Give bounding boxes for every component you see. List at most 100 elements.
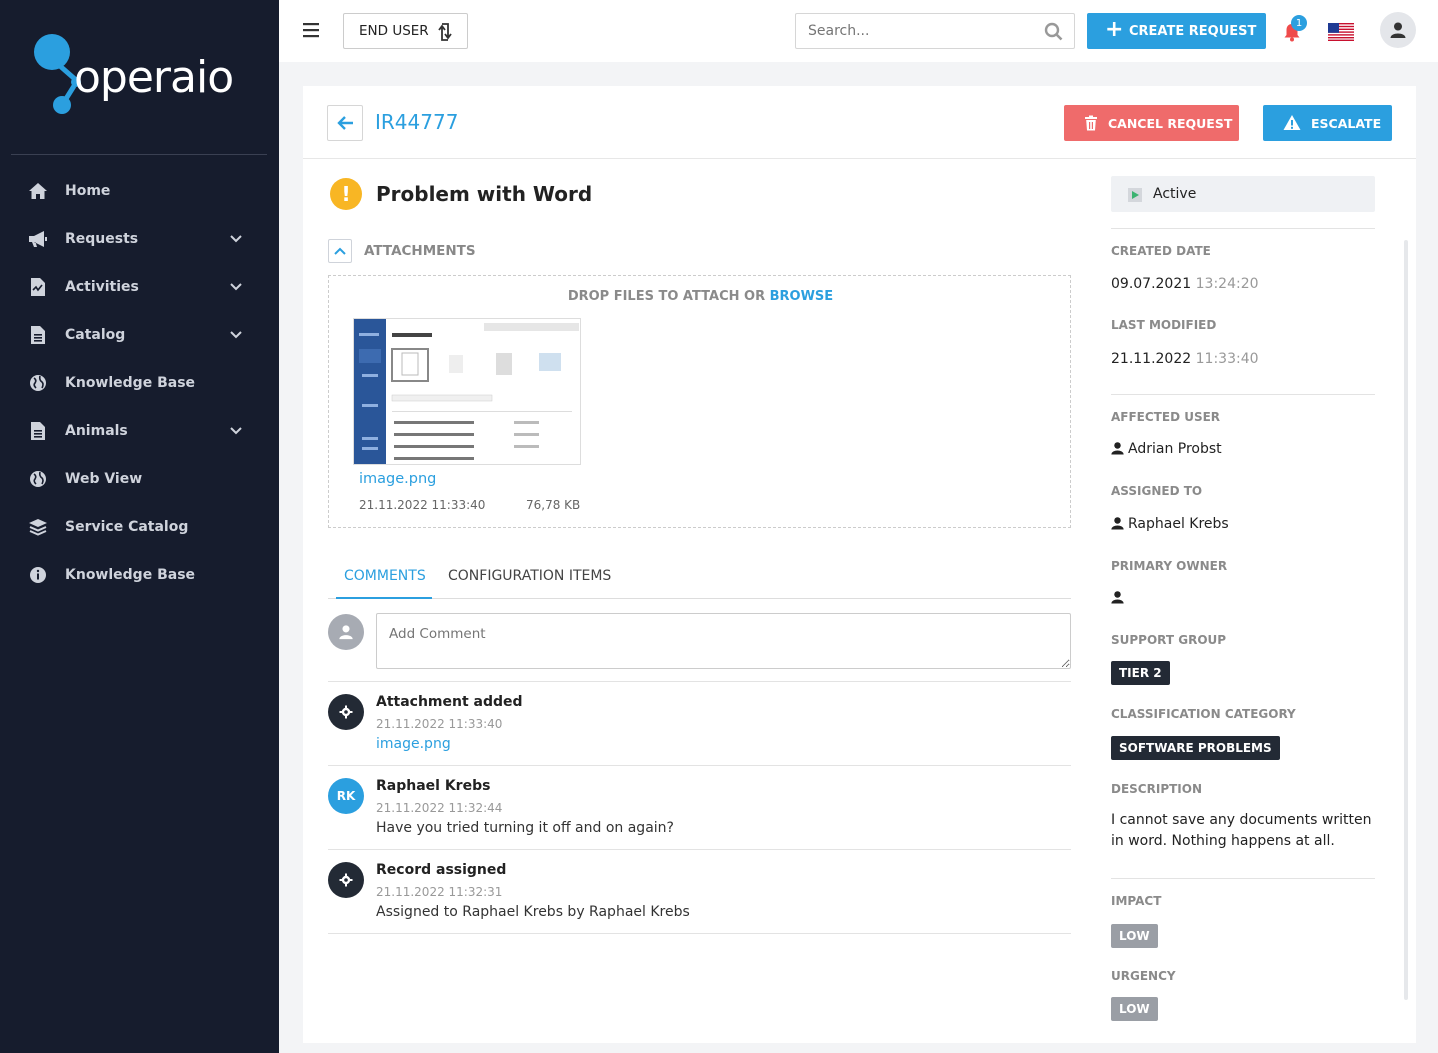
sidebar-item-home[interactable]: Home <box>0 167 279 215</box>
created-date-label: CREATED DATE <box>1111 244 1211 258</box>
warning-triangle-icon <box>1283 115 1301 130</box>
swap-icon <box>438 23 452 41</box>
attachment-dropzone[interactable]: DROP FILES TO ATTACH OR BROWSE image.png… <box>328 275 1071 528</box>
info-icon <box>28 565 48 585</box>
file-chart-icon <box>28 277 48 297</box>
chevron-up-icon <box>334 247 346 255</box>
activity-body: Have you tried turning it off and on aga… <box>376 820 674 836</box>
chevron-down-icon[interactable] <box>229 232 243 246</box>
attachment-thumbnail[interactable] <box>353 318 581 465</box>
sidebar-nav: Home Requests Activities Catalog Knowled… <box>0 167 279 599</box>
request-id: IR44777 <box>375 110 459 134</box>
divider <box>1111 878 1375 879</box>
plus-icon: + <box>1105 17 1124 42</box>
us-flag-icon[interactable] <box>1328 23 1354 41</box>
chevron-down-icon[interactable] <box>229 328 243 342</box>
sidebar-item-activities[interactable]: Activities <box>0 263 279 311</box>
arrow-left-icon <box>337 116 353 130</box>
status-badge: Active <box>1111 176 1375 212</box>
sidebar-item-label: Animals <box>65 423 128 439</box>
user-icon <box>1111 591 1124 604</box>
sidebar: operaio Home Requests Activities Catalog… <box>0 0 279 1053</box>
sidebar-item-label: Activities <box>65 279 139 295</box>
drop-files-text: DROP FILES TO ATTACH OR <box>567 289 766 304</box>
browse-link[interactable]: BROWSE <box>770 289 834 304</box>
assigned-to-value[interactable]: Raphael Krebs <box>1111 516 1229 532</box>
search-input[interactable] <box>795 13 1075 49</box>
role-switch-button[interactable]: END USER <box>343 13 468 49</box>
comment-author-avatar <box>328 614 364 650</box>
user-avatar[interactable] <box>1380 12 1416 48</box>
attachment-date: 21.11.2022 11:33:40 <box>359 498 486 512</box>
created-date: 09.07.2021 <box>1111 276 1192 292</box>
activity-time: 21.11.2022 11:32:44 <box>376 801 503 815</box>
author-avatar: RK <box>328 778 364 814</box>
trash-icon <box>1085 115 1097 131</box>
active-tab-indicator <box>336 597 432 599</box>
document-icon <box>28 421 48 441</box>
brand-name: operaio <box>74 52 234 103</box>
play-icon <box>1128 188 1142 202</box>
request-body: ! Problem with Word ATTACHMENTS DROP FIL… <box>303 160 1416 1043</box>
request-title: Problem with Word <box>376 182 593 206</box>
impact-label: IMPACT <box>1111 894 1162 908</box>
tab-configuration-items[interactable]: CONFIGURATION ITEMS <box>448 568 611 584</box>
support-group-label: SUPPORT GROUP <box>1111 633 1227 647</box>
escalate-button[interactable]: ESCALATE <box>1263 105 1392 141</box>
activity-body: Assigned to Raphael Krebs by Raphael Kre… <box>376 904 690 920</box>
brand-logo[interactable]: operaio <box>32 30 242 120</box>
sidebar-item-web-view[interactable]: Web View <box>0 455 279 503</box>
assigned-to-name: Raphael Krebs <box>1128 516 1229 532</box>
chevron-down-icon[interactable] <box>229 424 243 438</box>
sidebar-item-service-catalog[interactable]: Service Catalog <box>0 503 279 551</box>
details-scrollbar[interactable] <box>1404 240 1408 1000</box>
divider <box>1111 228 1375 229</box>
attachment-file-link[interactable]: image.png <box>359 471 436 487</box>
warning-icon: ! <box>330 178 362 210</box>
primary-owner-label: PRIMARY OWNER <box>1111 559 1228 573</box>
sidebar-item-label: Requests <box>65 231 139 247</box>
user-icon <box>1111 517 1124 530</box>
hamburger-menu-icon[interactable] <box>302 22 320 38</box>
description-text: I cannot save any documents written in w… <box>1111 812 1372 849</box>
create-request-button[interactable]: + CREATE REQUEST <box>1087 13 1266 49</box>
last-modified-label: LAST MODIFIED <box>1111 318 1217 332</box>
home-icon <box>28 181 48 201</box>
sidebar-item-animals[interactable]: Animals <box>0 407 279 455</box>
activity-item: RK Raphael Krebs 21.11.2022 11:32:44 Hav… <box>328 766 1071 850</box>
activity-title: Record assigned <box>376 862 507 878</box>
top-bar: END USER + CREATE REQUEST 1 <box>279 0 1438 62</box>
chevron-down-icon[interactable] <box>229 280 243 294</box>
tab-comments[interactable]: COMMENTS <box>344 568 426 584</box>
globe-icon <box>28 373 48 393</box>
cancel-request-button[interactable]: CANCEL REQUEST <box>1064 105 1239 141</box>
created-date-value: 09.07.2021 13:24:20 <box>1111 276 1259 292</box>
activity-item: Attachment added 21.11.2022 11:33:40 ima… <box>328 682 1071 766</box>
sidebar-divider <box>11 154 267 155</box>
created-time: 13:24:20 <box>1195 276 1259 292</box>
last-modified-value: 21.11.2022 11:33:40 <box>1111 351 1259 367</box>
user-icon <box>1111 442 1124 455</box>
request-card: IR44777 CANCEL REQUEST ESCALATE ! Proble… <box>303 86 1416 1043</box>
back-button[interactable] <box>327 105 363 141</box>
sidebar-item-catalog[interactable]: Catalog <box>0 311 279 359</box>
divider <box>1111 394 1375 395</box>
primary-owner-value[interactable] <box>1111 590 1128 606</box>
add-comment-field[interactable] <box>376 613 1071 669</box>
sidebar-item-knowledge-base[interactable]: Knowledge Base <box>0 359 279 407</box>
classification-category-badge: SOFTWARE PROBLEMS <box>1111 736 1280 760</box>
activity-attachment-link[interactable]: image.png <box>376 736 451 752</box>
urgency-badge: LOW <box>1111 997 1158 1021</box>
search-icon[interactable] <box>1044 22 1063 41</box>
attachments-toggle-button[interactable] <box>328 239 352 263</box>
status-text: Active <box>1153 186 1197 202</box>
attachment-size: 76,78 KB <box>526 498 581 512</box>
sidebar-item-knowledge-base-2[interactable]: Knowledge Base <box>0 551 279 599</box>
affected-user-value[interactable]: Adrian Probst <box>1111 441 1222 457</box>
gear-icon <box>328 862 364 898</box>
affected-user-name: Adrian Probst <box>1128 441 1222 457</box>
sidebar-item-requests[interactable]: Requests <box>0 215 279 263</box>
sidebar-item-label: Catalog <box>65 327 126 343</box>
globe-icon <box>28 469 48 489</box>
description-label: DESCRIPTION <box>1111 782 1203 796</box>
